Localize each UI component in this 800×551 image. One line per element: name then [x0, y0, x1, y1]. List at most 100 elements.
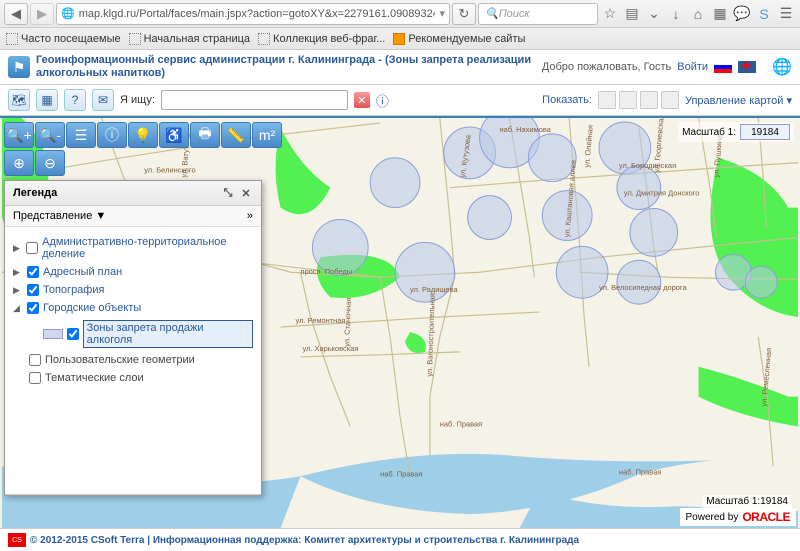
show-opt-3[interactable]	[640, 91, 658, 109]
header-right: Добро пожаловать, Гость Войти 🌐	[542, 57, 792, 77]
search-input[interactable]	[161, 90, 348, 110]
address-bar[interactable]: 🌐 ▾	[56, 3, 450, 25]
zoom-out-2-button[interactable]: ⊖	[35, 150, 65, 176]
bookmark-collection[interactable]: Коллекция веб-фраг...	[258, 33, 385, 45]
svg-text:ул. Радищева: ул. Радищева	[410, 286, 459, 295]
tree-topo-checkbox[interactable]	[27, 284, 39, 296]
tree-alcohol[interactable]: Зоны запрета продажи алкоголя	[11, 317, 255, 351]
print-button[interactable]: 🖶	[190, 122, 220, 148]
show-opt-2[interactable]	[619, 91, 637, 109]
svg-text:просп. Победы: просп. Победы	[300, 268, 352, 277]
globe-icon: 🌐	[61, 7, 75, 20]
legend-close-icon[interactable]: ✕	[239, 186, 253, 200]
tree-address-checkbox[interactable]	[27, 266, 39, 278]
browser-search[interactable]: 🔍 Поиск	[478, 3, 598, 25]
rss-icon	[393, 33, 405, 45]
chat-icon[interactable]: 💬	[732, 4, 752, 24]
chrome-icon-group: ☆ ▤ ⌄ ↓ ⌂ ▦ 💬 S ☰	[600, 4, 796, 24]
svg-text:ул. Дмитрия Донского: ул. Дмитрия Донского	[624, 189, 700, 198]
scale-control-top: Масштаб 1:	[678, 122, 794, 142]
tree-city[interactable]: ◢Городские объекты	[11, 299, 255, 317]
tree-city-checkbox[interactable]	[27, 302, 39, 314]
zoom-in-2-button[interactable]: ⊕	[4, 150, 34, 176]
show-opt-1[interactable]	[598, 91, 616, 109]
legend-collapse-icon[interactable]: »	[247, 210, 253, 222]
grid-icon[interactable]: ▦	[710, 4, 730, 24]
clipboard-icon[interactable]: ▤	[622, 4, 642, 24]
home-icon[interactable]: ⌂	[688, 4, 708, 24]
bookmark-frequent[interactable]: Часто посещаемые	[6, 33, 121, 45]
svg-text:ул. Олейная: ул. Олейная	[582, 125, 595, 168]
tree-admin[interactable]: ▶Административно-территориальное деление	[11, 233, 255, 263]
svg-text:наб. Правая: наб. Правая	[619, 468, 661, 477]
forward-button[interactable]: ▶	[30, 3, 54, 25]
layers-button[interactable]: ▦	[36, 89, 58, 111]
flag-en[interactable]	[738, 61, 756, 73]
info-icon[interactable]: ⓘ	[376, 91, 389, 110]
page-icon	[129, 33, 141, 45]
map-viewport[interactable]: наб. Нахимова ул. Кутузова ул. Бородинск…	[0, 116, 800, 528]
tree-thematic[interactable]: Тематические слои	[11, 369, 255, 387]
site-logo: ⚑	[8, 56, 30, 78]
legend-view-menu[interactable]: Представление ▼ »	[5, 206, 261, 227]
star-icon[interactable]: ☆	[600, 4, 620, 24]
back-button[interactable]: ◀	[4, 3, 28, 25]
folder-icon	[6, 33, 18, 45]
site-title: Геоинформационный сервис администрации г…	[36, 54, 542, 80]
measure-line-button[interactable]: 📏	[221, 122, 251, 148]
reload-button[interactable]: ↻	[452, 3, 476, 25]
browser-toolbar: ◀ ▶ 🌐 ▾ ↻ 🔍 Поиск ☆ ▤ ⌄ ↓ ⌂ ▦ 💬 S ☰	[0, 0, 800, 28]
url-input[interactable]	[79, 8, 436, 20]
legend-expand-icon[interactable]: ⤡	[221, 186, 235, 200]
layers-button[interactable]: ☰	[66, 122, 96, 148]
zoom-in-button[interactable]: 🔍+	[4, 122, 34, 148]
page-icon	[258, 33, 270, 45]
measure-area-button[interactable]: m²	[252, 122, 282, 148]
search-placeholder: Поиск	[499, 8, 530, 20]
svg-text:ул. Ремонтная: ул. Ремонтная	[296, 316, 346, 325]
bookmark-recommended[interactable]: Рекомендуемые сайты	[393, 33, 525, 45]
tree-address[interactable]: ▶Адресный план	[11, 263, 255, 281]
tree-usergeom[interactable]: Пользовательские геометрии	[11, 351, 255, 369]
legend-panel: Легенда ⤡ ✕ Представление ▼ » ▶Администр…	[4, 180, 262, 496]
show-opt-4[interactable]	[661, 91, 679, 109]
search-icon: 🔍	[485, 7, 499, 20]
tree-topo[interactable]: ▶Топография	[11, 281, 255, 299]
legend-swatch	[43, 329, 63, 339]
oracle-logo: ORACLE	[742, 510, 790, 524]
login-link[interactable]: Войти	[677, 61, 708, 73]
dropdown-icon[interactable]: ▾	[439, 7, 445, 20]
map-tools: 🔍+ 🔍- ☰ ⓘ 💡 ♿ 🖶 📏 m² ⊕ ⊖	[4, 122, 282, 178]
mail-button[interactable]: ✉	[92, 89, 114, 111]
page-footer: CS © 2012-2015 CSoft Terra | Информацион…	[0, 528, 800, 551]
flag-ru[interactable]	[714, 61, 732, 73]
svg-text:наб. Правая: наб. Правая	[380, 470, 422, 479]
bookmark-start[interactable]: Начальная страница	[129, 33, 250, 45]
map-button[interactable]: 🗺	[8, 89, 30, 111]
scale-label: Масштаб 1:	[682, 127, 736, 138]
pocket-icon[interactable]: ⌄	[644, 4, 664, 24]
tree-thematic-checkbox[interactable]	[29, 372, 41, 384]
globe-icon[interactable]: 🌐	[772, 57, 792, 77]
tree-admin-checkbox[interactable]	[26, 242, 38, 254]
svg-text:наб. Правая: наб. Правая	[440, 420, 482, 429]
help-button[interactable]: ?	[64, 89, 86, 111]
bookmarks-bar: Часто посещаемые Начальная страница Колл…	[0, 28, 800, 50]
legend-tree: ▶Административно-территориальное деление…	[5, 227, 261, 495]
csoft-logo: CS	[8, 533, 26, 547]
svg-text:ул. Станочная: ул. Станочная	[342, 298, 353, 347]
show-link[interactable]: Показать:	[542, 94, 592, 106]
tree-usergeom-checkbox[interactable]	[29, 354, 41, 366]
tip-button[interactable]: 💡	[128, 122, 158, 148]
map-control-link[interactable]: Управление картой ▾	[685, 94, 792, 107]
legend-title-bar[interactable]: Легенда ⤡ ✕	[5, 181, 261, 206]
download-icon[interactable]: ↓	[666, 4, 686, 24]
menu-icon[interactable]: ☰	[776, 4, 796, 24]
clear-button[interactable]: ✕	[354, 92, 370, 108]
skype-icon[interactable]: S	[754, 4, 774, 24]
scale-input[interactable]	[740, 124, 790, 140]
accessibility-button[interactable]: ♿	[159, 122, 189, 148]
tree-alcohol-checkbox[interactable]	[67, 328, 79, 340]
zoom-out-button[interactable]: 🔍-	[35, 122, 65, 148]
identify-button[interactable]: ⓘ	[97, 122, 127, 148]
